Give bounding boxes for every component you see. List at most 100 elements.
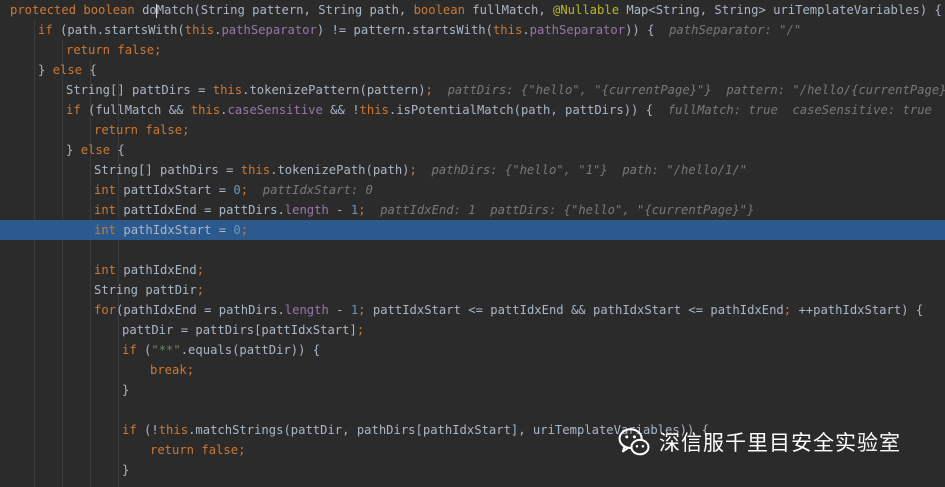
code-token: this xyxy=(492,23,523,37)
code-token: pattIdxStart <= pattIdxEnd && pathIdxSta… xyxy=(372,303,784,317)
code-token: if xyxy=(38,23,61,37)
code-token: this xyxy=(212,83,243,97)
code-token: ; xyxy=(358,203,381,217)
code-token: (! xyxy=(144,423,159,437)
code-line[interactable] xyxy=(0,240,945,260)
inline-debug-hint: pattIdxEnd: 1 pattDirs: {"hello", "{curr… xyxy=(380,203,755,217)
code-token: { xyxy=(89,63,97,77)
code-token: else xyxy=(80,143,118,157)
code-token: if xyxy=(122,343,145,357)
code-token: fullMatch, xyxy=(472,3,553,17)
code-token: - xyxy=(328,303,351,317)
code-line[interactable]: break; xyxy=(0,360,945,380)
code-token: this xyxy=(240,163,271,177)
code-token: pattIdxStart = xyxy=(123,183,234,197)
code-token: } xyxy=(66,143,81,157)
code-line[interactable]: for(pathIdxEnd = pathDirs.length - 1; pa… xyxy=(0,300,945,320)
wechat-icon xyxy=(618,428,650,456)
code-token: this xyxy=(184,23,215,37)
code-token: (path.startsWith( xyxy=(60,23,185,37)
code-token: pattDir = pattDirs[pattIdxStart] xyxy=(122,323,357,337)
code-line[interactable]: int pattIdxEnd = pattDirs.length - 1; pa… xyxy=(0,200,945,220)
code-token: pathSeparator xyxy=(529,23,626,37)
code-token: ; xyxy=(783,303,799,317)
watermark-text: 深信服千里目安全实验室 xyxy=(659,431,901,455)
code-token: int xyxy=(94,223,124,237)
code-token: ; xyxy=(186,363,195,377)
inline-debug-hint: pattIdxStart: 0 xyxy=(262,183,373,197)
code-token: pathSeparator xyxy=(221,23,317,37)
code-line[interactable]: if (fullMatch && this.caseSensitive && !… xyxy=(0,100,945,120)
code-token: pattIdxEnd = pattDirs. xyxy=(123,203,285,217)
code-token: String[] pattDirs = xyxy=(66,83,213,97)
code-token: this xyxy=(359,103,389,117)
code-line[interactable]: String pattDir; xyxy=(0,280,945,300)
code-line[interactable]: int pattIdxStart = 0; pattIdxStart: 0 xyxy=(0,180,945,200)
code-line[interactable]: return false; xyxy=(0,40,945,60)
code-line[interactable]: protected boolean doMatch(String pattern… xyxy=(0,0,945,20)
code-token: ; xyxy=(409,163,432,177)
code-token: { xyxy=(117,143,125,157)
code-token: int xyxy=(94,263,124,277)
code-token: if xyxy=(66,103,89,117)
inline-debug-hint: fullMatch: true caseSensitive: true xyxy=(667,103,932,117)
code-token: break xyxy=(150,363,187,377)
code-line[interactable]: } else { xyxy=(0,140,945,160)
code-token: return false xyxy=(94,123,183,137)
code-token: (pathIdxEnd = pathDirs. xyxy=(116,303,285,317)
code-token: 0 xyxy=(233,183,241,197)
code-token: this xyxy=(190,103,221,117)
current-line[interactable]: int pathIdxStart = 0; xyxy=(0,220,945,240)
code-line[interactable]: pattDir = pattDirs[pattIdxStart]; xyxy=(0,320,945,340)
code-line[interactable]: int pathIdxEnd; xyxy=(0,260,945,280)
code-line[interactable] xyxy=(0,400,945,420)
code-token: boolean xyxy=(83,3,143,17)
code-token: @Nullable xyxy=(553,3,627,17)
code-token: "**" xyxy=(151,343,181,357)
code-token: ; xyxy=(356,323,365,337)
code-token: )) { xyxy=(625,23,670,37)
code-line[interactable]: String[] pattDirs = this.tokenizePattern… xyxy=(0,80,945,100)
code-token: int xyxy=(94,183,124,197)
code-token: length xyxy=(284,303,329,317)
code-token: String pattDir xyxy=(94,283,197,297)
code-token: for xyxy=(94,303,117,317)
code-line[interactable]: String[] pathDirs = this.tokenizePath(pa… xyxy=(0,160,945,180)
code-editor[interactable]: protected boolean doMatch(String pattern… xyxy=(0,0,945,487)
code-token: ; xyxy=(425,83,448,97)
code-line[interactable]: if ("**".equals(pattDir)) { xyxy=(0,340,945,360)
code-line[interactable]: } else { xyxy=(0,60,945,80)
code-token: else xyxy=(52,63,90,77)
code-token: ++pathIdxStart) { xyxy=(798,303,924,317)
code-token: if xyxy=(122,423,145,437)
code-token: ) != pattern.startsWith( xyxy=(316,23,493,37)
code-line[interactable]: } xyxy=(0,380,945,400)
code-token: ; xyxy=(240,183,263,197)
code-token: this xyxy=(158,423,189,437)
code-token: boolean xyxy=(413,3,473,17)
inline-debug-hint: pathDirs: {"hello", "1"} path: "/hello/1… xyxy=(431,163,748,177)
code-token: ; xyxy=(154,43,162,57)
inline-debug-hint: pathSeparator: "/" xyxy=(669,23,802,37)
inline-debug-hint: pattDirs: {"hello", "{currentPage}"} pat… xyxy=(447,83,945,97)
code-token: } xyxy=(122,463,130,477)
code-token: ; xyxy=(238,443,246,457)
code-line[interactable]: return false; xyxy=(0,120,945,140)
code-token: length xyxy=(284,203,329,217)
code-token: (fullMatch && xyxy=(88,103,191,117)
code-line[interactable]: if (path.startsWith(this.pathSeparator) … xyxy=(0,20,945,40)
code-token: protected xyxy=(10,3,84,17)
code-token: . xyxy=(522,23,530,37)
code-token: ; xyxy=(240,223,249,237)
code-token: Match(String pattern, String path, xyxy=(156,3,414,17)
code-token: .equals(pattDir)) { xyxy=(180,343,321,357)
code-token: do xyxy=(142,3,157,17)
code-token: } xyxy=(38,63,53,77)
code-token: } xyxy=(122,383,130,397)
code-token: - xyxy=(328,203,351,217)
code-token: 0 xyxy=(233,223,241,237)
code-token: .isPotentialMatch(path, pattDirs)) { xyxy=(388,103,668,117)
watermark: 深信服千里目安全实验室 xyxy=(617,420,901,464)
code-token: return false xyxy=(66,43,155,57)
code-token: pathIdxStart = xyxy=(123,223,234,237)
